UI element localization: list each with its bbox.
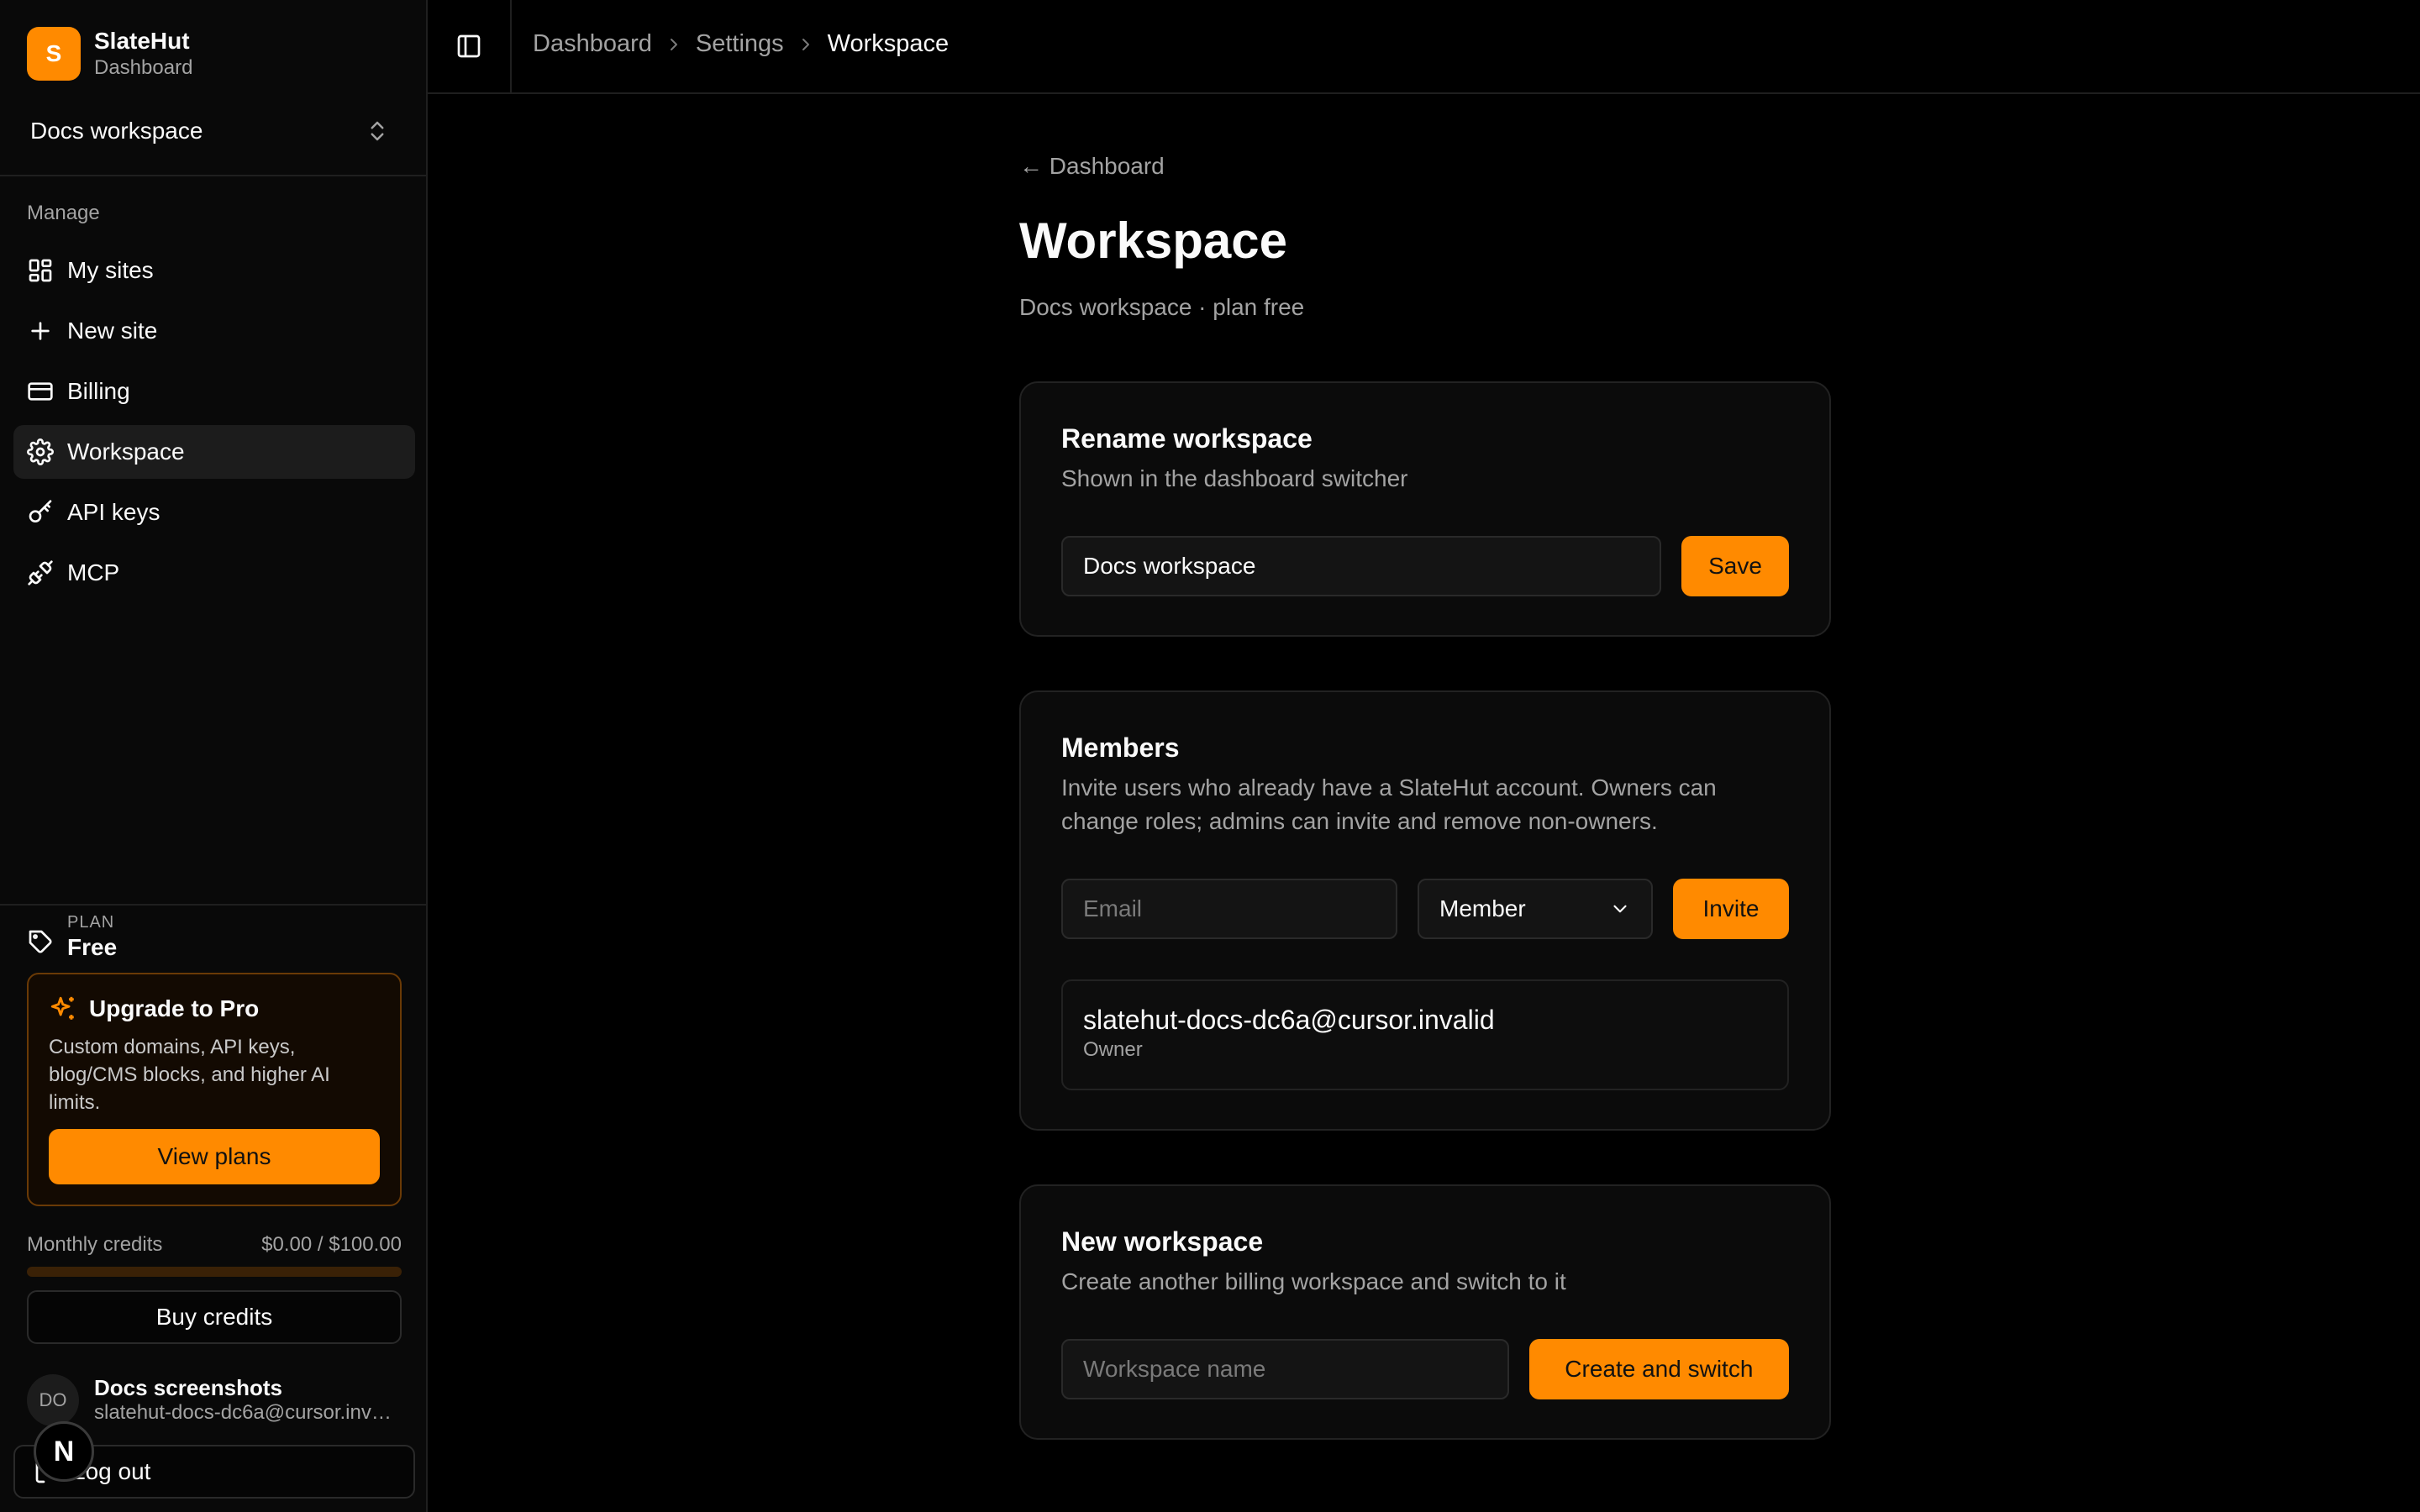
breadcrumb: Dashboard Settings Workspace: [533, 30, 949, 58]
grid-icon: [27, 257, 54, 284]
sidebar-item-label: My sites: [67, 257, 154, 283]
sidebar-item-label: API keys: [67, 499, 160, 525]
brand-name: SlateHut: [94, 28, 190, 54]
role-select-value: Member: [1439, 895, 1526, 921]
plan-text: PLAN Free: [67, 912, 117, 963]
sidebar: S SlateHut Dashboard Docs workspace Mana…: [0, 0, 428, 1512]
topbar: Dashboard Settings Workspace: [428, 0, 2420, 94]
brand-text: SlateHut Dashboard: [94, 27, 192, 81]
sidebar-item-workspace[interactable]: Workspace: [13, 425, 415, 479]
user-text: Docs screenshots slatehut-docs-dc6a@curs…: [94, 1375, 397, 1425]
sidebar-item-new-site[interactable]: New site: [13, 304, 415, 358]
member-role: Owner: [1083, 1038, 1143, 1061]
role-select[interactable]: Member: [1418, 879, 1653, 939]
sidebar-item-label: New site: [67, 318, 158, 344]
sidebar-item-api-keys[interactable]: API keys: [13, 486, 415, 539]
new-workspace-name-input[interactable]: [1061, 1339, 1509, 1399]
rename-workspace-card: Rename workspace Shown in the dashboard …: [1019, 381, 1831, 637]
member-email: slatehut-docs-dc6a@cursor.invalid: [1083, 1005, 1495, 1035]
avatar: DO: [27, 1374, 79, 1426]
plus-icon: [27, 318, 54, 344]
view-plans-button[interactable]: View plans: [49, 1129, 380, 1184]
members-card-description: Invite users who already have a SlateHut…: [1061, 774, 1717, 834]
invite-button[interactable]: Invite: [1673, 879, 1789, 939]
sidebar-item-billing[interactable]: Billing: [13, 365, 415, 418]
new-workspace-card-title: New workspace: [1061, 1226, 1264, 1257]
members-card: Members Invite users who already have a …: [1019, 690, 1831, 1131]
plan-caption: PLAN: [67, 913, 115, 932]
sidebar-item-label: Workspace: [67, 438, 185, 465]
page-title: Workspace: [1019, 213, 1288, 269]
chevron-down-icon: [1609, 898, 1631, 920]
upgrade-header: Upgrade to Pro: [49, 995, 380, 1023]
workspace-switcher[interactable]: Docs workspace: [17, 104, 403, 158]
rename-form: Save: [1061, 536, 1789, 596]
buy-credits-button[interactable]: Buy credits: [27, 1290, 402, 1344]
new-workspace-card-description: Create another billing workspace and swi…: [1061, 1268, 1566, 1294]
upgrade-title: Upgrade to Pro: [89, 995, 260, 1021]
sidebar-item-label: MCP: [67, 559, 120, 585]
member-list-item: slatehut-docs-dc6a@cursor.invalid Owner: [1061, 979, 1789, 1090]
rename-card-description: Shown in the dashboard switcher: [1061, 465, 1408, 491]
plan-value: Free: [67, 934, 118, 960]
credits-label: Monthly credits: [27, 1233, 163, 1256]
user-name: Docs screenshots: [94, 1375, 282, 1400]
key-icon: [27, 499, 54, 526]
brand-logo: S: [27, 27, 81, 81]
monthly-credits: Monthly credits $0.00 / $100.00: [27, 1233, 402, 1257]
rename-card-title: Rename workspace: [1061, 423, 1313, 454]
chevrons-up-down-icon: [365, 118, 390, 144]
panel-left-icon: [455, 33, 482, 60]
user-email: slatehut-docs-dc6a@cursor.invalid: [94, 1401, 397, 1424]
sidebar-toggle-button[interactable]: [428, 0, 512, 92]
sidebar-nav: My sites New site Billing Workspace API …: [13, 244, 415, 606]
breadcrumb-workspace: Workspace: [827, 30, 950, 57]
credit-card-icon: [27, 378, 54, 405]
upgrade-description: Custom domains, API keys, blog/CMS block…: [49, 1036, 330, 1114]
sidebar-divider: [0, 175, 426, 176]
plug-icon: [27, 559, 54, 586]
new-workspace-form: Create and switch: [1061, 1339, 1789, 1399]
breadcrumb-settings[interactable]: Settings: [696, 30, 784, 58]
sparkle-icon: [49, 995, 77, 1023]
page-subtitle: Docs workspace · plan free: [1019, 294, 1305, 320]
gear-icon: [27, 438, 54, 465]
credits-progress-bar: [27, 1267, 402, 1277]
brand-subtitle: Dashboard: [94, 56, 193, 79]
upgrade-card: Upgrade to Pro Custom domains, API keys,…: [27, 973, 402, 1206]
nav-heading: Manage: [27, 202, 100, 224]
floating-n-badge[interactable]: N: [34, 1421, 94, 1482]
invite-form: Member Invite: [1061, 879, 1789, 939]
back-to-dashboard-link[interactable]: ← Dashboard: [1019, 153, 1165, 180]
new-workspace-card: New workspace Create another billing wor…: [1019, 1184, 1831, 1440]
user-profile[interactable]: DO Docs screenshots slatehut-docs-dc6a@c…: [27, 1374, 397, 1426]
plan-indicator: PLAN Free: [27, 912, 117, 963]
sidebar-item-label: Billing: [67, 378, 130, 404]
credits-value: $0.00 / $100.00: [261, 1233, 402, 1256]
create-and-switch-button[interactable]: Create and switch: [1528, 1339, 1789, 1399]
members-card-title: Members: [1061, 732, 1180, 763]
sidebar-item-mcp[interactable]: MCP: [13, 546, 415, 600]
sidebar-item-my-sites[interactable]: My sites: [13, 244, 415, 297]
chevron-right-icon: [664, 34, 684, 55]
save-button[interactable]: Save: [1681, 536, 1789, 596]
chevron-right-icon: [796, 34, 816, 55]
tag-icon: [27, 928, 54, 955]
breadcrumb-dashboard[interactable]: Dashboard: [533, 30, 652, 58]
invite-email-input[interactable]: [1061, 879, 1397, 939]
workspace-name-input[interactable]: [1061, 536, 1661, 596]
workspace-switcher-label: Docs workspace: [30, 118, 203, 144]
plan-divider: [0, 904, 426, 906]
brand[interactable]: S SlateHut Dashboard: [27, 27, 192, 81]
